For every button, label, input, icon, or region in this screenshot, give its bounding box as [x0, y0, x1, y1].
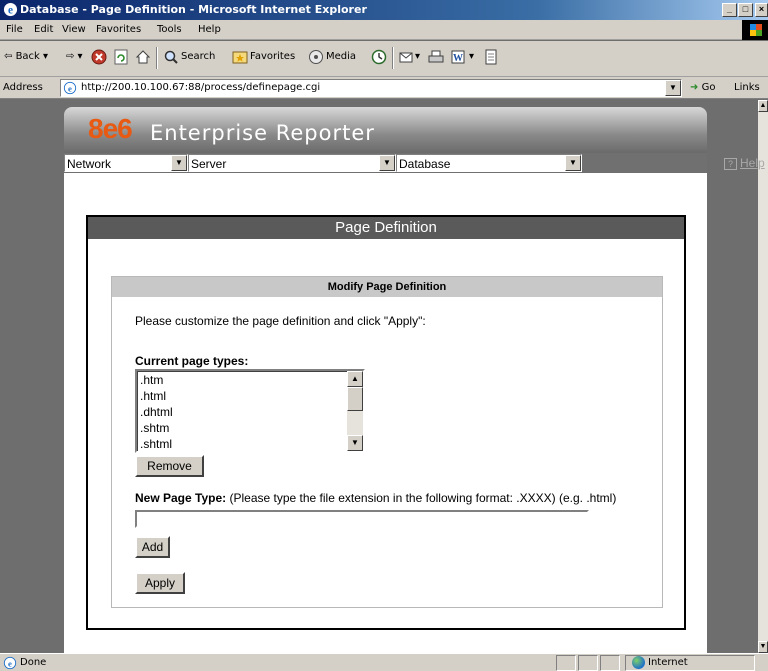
menu-help[interactable]: Help	[198, 24, 221, 35]
media-icon[interactable]	[308, 49, 324, 65]
favorites-icon[interactable]	[232, 49, 248, 65]
apply-button[interactable]: Apply	[135, 572, 185, 594]
refresh-icon[interactable]	[113, 49, 129, 65]
stop-icon[interactable]	[91, 49, 107, 65]
scroll-up-icon[interactable]: ▲	[758, 100, 768, 112]
minimize-button[interactable]: _	[722, 3, 737, 17]
new-type-label-row: New Page Type: (Please type the file ext…	[135, 491, 616, 505]
nav-bar: Network ▼ Server ▼ Database ▼ ? Help	[64, 153, 765, 173]
network-select-value: Network	[67, 157, 112, 171]
go-button[interactable]: ➜ Go	[690, 82, 715, 93]
list-item[interactable]: .dhtml	[140, 405, 173, 419]
menu-bar: File Edit View Favorites Tools Help	[0, 20, 768, 40]
menu-view[interactable]: View	[62, 24, 86, 35]
modify-section: Modify Page Definition Please customize …	[111, 276, 663, 608]
edit-dropdown-icon[interactable]: ▾	[469, 51, 474, 62]
scroll-up-icon[interactable]: ▲	[347, 371, 363, 387]
chevron-down-icon[interactable]: ▼	[379, 155, 395, 171]
security-zone: Internet	[648, 657, 688, 668]
page-icon: e	[63, 81, 77, 95]
chevron-down-icon[interactable]: ▼	[171, 155, 187, 171]
instructions-text: Please customize the page definition and…	[135, 314, 426, 328]
new-page-type-input[interactable]	[135, 510, 589, 528]
app-header: 8e6 Enterprise Reporter	[64, 107, 707, 153]
page-content: Page Definition Modify Page Definition P…	[64, 173, 707, 653]
window-title-bar: e Database - Page Definition - Microsoft…	[0, 0, 768, 20]
svg-text:W: W	[453, 53, 463, 64]
toolbar-separator	[392, 47, 394, 69]
internet-explorer-icon: e	[3, 2, 18, 17]
new-type-hint: (Please type the file extension in the f…	[229, 491, 617, 505]
address-dropdown-icon[interactable]: ▼	[665, 80, 681, 96]
network-select[interactable]: Network ▼	[64, 154, 188, 172]
edit-icon[interactable]: W	[450, 49, 466, 65]
mail-dropdown-icon[interactable]: ▾	[415, 51, 420, 62]
product-name: Enterprise Reporter	[150, 121, 375, 145]
page-definition-panel: Page Definition Modify Page Definition P…	[86, 215, 686, 630]
menu-tools[interactable]: Tools	[157, 24, 182, 35]
section-title: Modify Page Definition	[112, 277, 662, 297]
database-select[interactable]: Database ▼	[396, 154, 582, 172]
menu-favorites[interactable]: Favorites	[96, 24, 141, 35]
list-item[interactable]: .shtm	[140, 421, 169, 435]
remove-button[interactable]: Remove	[135, 455, 204, 477]
svg-text:e: e	[68, 84, 72, 94]
list-item[interactable]: .shtml	[140, 437, 172, 451]
go-arrow-icon: ➜	[690, 82, 699, 93]
help-icon: ?	[724, 158, 737, 170]
standard-toolbar: ⇦ Back ▾ ⇨ ▾ Search Favorites Media ▾ W …	[0, 41, 768, 77]
current-types-label: Current page types:	[135, 354, 249, 368]
links-button[interactable]: Links	[734, 82, 760, 93]
close-button[interactable]: ×	[755, 3, 768, 17]
address-field[interactable]: e http://200.10.100.67:88/process/define…	[60, 79, 682, 97]
status-pane	[556, 655, 576, 671]
windows-logo-icon	[750, 24, 762, 36]
new-type-label: New Page Type:	[135, 491, 227, 505]
scroll-down-icon[interactable]: ▼	[347, 435, 363, 451]
status-bar: e Done Internet	[0, 653, 768, 671]
favorites-button[interactable]: Favorites	[250, 51, 295, 62]
panel-title: Page Definition	[88, 217, 684, 239]
maximize-button[interactable]: □	[738, 3, 753, 17]
status-pane	[578, 655, 598, 671]
window-title: Database - Page Definition - Microsoft I…	[20, 3, 367, 16]
server-select[interactable]: Server ▼	[188, 154, 396, 172]
windows-throbber	[742, 20, 768, 40]
search-button[interactable]: Search	[181, 51, 215, 62]
menu-file[interactable]: File	[6, 24, 23, 35]
page-scrollbar[interactable]: ▲ ▼	[758, 100, 768, 653]
svg-text:e: e	[8, 659, 12, 669]
media-button[interactable]: Media	[326, 51, 356, 62]
address-label: Address	[3, 82, 43, 93]
help-link[interactable]: ? Help	[724, 156, 765, 170]
listbox-scrollbar[interactable]: ▲ ▼	[347, 371, 363, 451]
status-pane	[600, 655, 620, 671]
address-bar: Address e http://200.10.100.67:88/proces…	[0, 77, 768, 99]
internet-zone-icon	[632, 656, 645, 669]
home-icon[interactable]	[135, 49, 151, 65]
history-icon[interactable]	[371, 49, 387, 65]
page-types-listbox[interactable]: .htm .html .dhtml .shtm .shtml ▲ ▼	[135, 369, 365, 453]
mail-icon[interactable]	[398, 49, 414, 65]
search-icon[interactable]	[163, 49, 179, 65]
database-select-value: Database	[399, 157, 451, 171]
chevron-down-icon[interactable]: ▼	[565, 155, 581, 171]
page-done-icon: e	[3, 656, 17, 670]
toolbar-separator	[156, 47, 158, 69]
scroll-thumb[interactable]	[347, 387, 363, 411]
discuss-icon[interactable]	[483, 49, 499, 65]
back-button[interactable]: ⇦ Back ▾	[4, 51, 48, 62]
list-item[interactable]: .htm	[140, 373, 163, 387]
add-button[interactable]: Add	[135, 536, 170, 558]
server-select-value: Server	[191, 157, 227, 171]
status-text: Done	[20, 657, 47, 668]
forward-button[interactable]: ⇨ ▾	[66, 51, 83, 62]
svg-text:e: e	[8, 5, 13, 17]
scroll-down-icon[interactable]: ▼	[758, 641, 768, 653]
address-url[interactable]: http://200.10.100.67:88/process/definepa…	[81, 82, 320, 93]
print-icon[interactable]	[428, 49, 444, 65]
list-item[interactable]: .html	[140, 389, 166, 403]
menu-edit[interactable]: Edit	[34, 24, 53, 35]
brand-logo: 8e6	[88, 113, 133, 144]
